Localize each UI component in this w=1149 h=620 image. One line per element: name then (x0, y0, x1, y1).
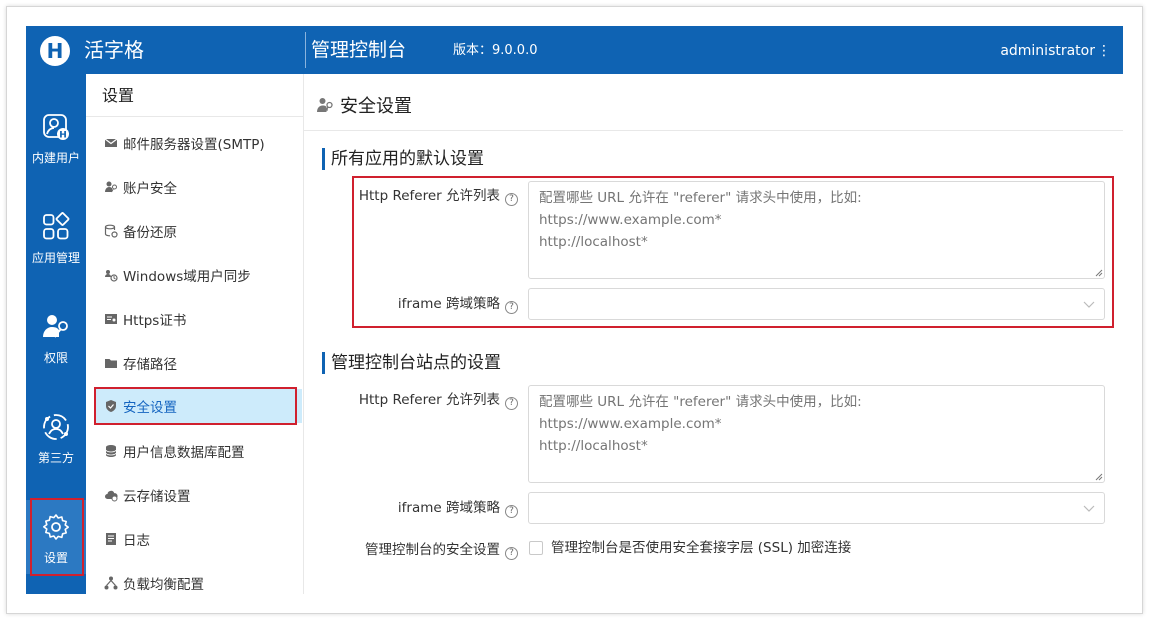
backup-icon (104, 224, 118, 238)
main-content: 安全设置 所有应用的默认设置 Http Referer 允许列表? iframe… (304, 74, 1123, 594)
top-bar: H 活字格 管理控制台 版本：9.0.0.0 administrator ⋮ (26, 26, 1123, 74)
nav-item-label: 内建用户 (31, 151, 80, 165)
nav-item-permissions[interactable]: 权限 (26, 312, 86, 366)
mail-icon (104, 138, 118, 147)
sidebar-item-label: 云存储设置 (123, 489, 191, 505)
help-icon[interactable]: ? (505, 505, 518, 518)
ssl-setting-label: 管理控制台的安全设置? (318, 541, 518, 560)
field-label-text: 管理控制台的安全设置 (365, 542, 500, 558)
sidebar-item-windows-sync[interactable]: Windows域用户同步 (96, 258, 302, 292)
resize-handle-icon[interactable] (1093, 471, 1103, 481)
highlight-box (352, 176, 1114, 328)
nav-item-third-party[interactable]: 第三方 (26, 412, 86, 466)
sidebar-item-label: 备份还原 (123, 225, 177, 241)
svg-text:H: H (59, 131, 67, 141)
referer-allowlist-label: Http Referer 允许列表? (318, 391, 518, 410)
brand-name: 活字格 (84, 38, 144, 62)
more-menu-icon[interactable]: ⋮ (1097, 41, 1111, 61)
iframe-policy-select[interactable] (528, 492, 1105, 524)
highlight-box (30, 498, 84, 576)
console-title: 管理控制台 (311, 39, 407, 61)
app-window: H 活字格 管理控制台 版本：9.0.0.0 administrator ⋮ H… (26, 26, 1123, 594)
sidebar-item-account-security[interactable]: 账户安全 (96, 170, 302, 204)
sidebar-item-https-cert[interactable]: Https证书 (96, 302, 302, 336)
sidebar-item-label: Windows域用户同步 (123, 269, 251, 285)
iframe-policy-label: iframe 跨域策略? (318, 499, 518, 518)
sidebar-item-label: 邮件服务器设置(SMTP) (123, 137, 265, 153)
version-label: 版本：9.0.0.0 (453, 43, 538, 58)
nav-item-builtin-users[interactable]: H 内建用户 (26, 112, 86, 166)
nav-item-label: 应用管理 (31, 251, 80, 265)
sidebar-item-backup-restore[interactable]: 备份还原 (96, 214, 302, 248)
sync-users-icon (105, 270, 118, 282)
user-key-icon (105, 181, 117, 193)
sidebar-item-label: 账户安全 (123, 181, 177, 197)
sidebar-item-log[interactable]: 日志 (96, 522, 302, 556)
sidebar-item-user-db[interactable]: 用户信息数据库配置 (96, 434, 302, 468)
third-party-icon (43, 414, 69, 440)
sidebar-divider (86, 116, 304, 117)
ssl-checkbox-label[interactable]: 管理控制台是否使用安全套接字层 (SSL) 加密连接 (551, 539, 851, 557)
cloud-icon (105, 490, 118, 502)
sidebar-item-smtp[interactable]: 邮件服务器设置(SMTP) (96, 126, 302, 160)
sidebar-item-cloud-storage[interactable]: 云存储设置 (96, 478, 302, 512)
highlight-box (94, 387, 297, 425)
field-label-text: Http Referer 允许列表 (358, 392, 500, 408)
header-divider (304, 130, 1123, 131)
user-name[interactable]: administrator (1000, 41, 1095, 61)
apps-grid-icon (43, 212, 70, 240)
nav-item-label: 第三方 (37, 451, 74, 465)
chevron-down-icon (1083, 505, 1095, 512)
database-icon (105, 445, 117, 457)
sidebar-item-label: 存储路径 (123, 357, 177, 373)
sidebar-item-label: 日志 (123, 533, 150, 549)
load-balance-icon (104, 576, 118, 590)
folder-icon (105, 359, 117, 368)
user-badge-icon: H (43, 114, 69, 141)
logo-icon: H (40, 36, 70, 66)
page-title: 安全设置 (340, 96, 412, 117)
section-title: 管理控制台站点的设置 (322, 352, 501, 374)
primary-nav: H 内建用户 应用管理 权限 第三方 设置 (26, 74, 86, 594)
sidebar-item-label: Https证书 (123, 313, 187, 329)
user-key-icon (317, 98, 333, 112)
nav-item-app-management[interactable]: 应用管理 (26, 212, 86, 266)
help-icon[interactable]: ? (505, 397, 518, 410)
settings-sidebar: 设置 邮件服务器设置(SMTP) 账户安全 备份还原 Windows域用户同步 … (86, 74, 304, 594)
page-header: 安全设置 (316, 92, 412, 118)
section-title: 所有应用的默认设置 (322, 148, 484, 170)
field-label-text: iframe 跨域策略 (397, 500, 500, 516)
top-bar-divider (305, 32, 306, 68)
certificate-icon (105, 314, 117, 324)
ssl-checkbox[interactable] (529, 541, 543, 555)
sidebar-item-label: 用户信息数据库配置 (123, 445, 245, 461)
log-icon (106, 533, 116, 545)
sidebar-item-storage-path[interactable]: 存储路径 (96, 346, 302, 380)
user-key-icon (43, 315, 68, 338)
sidebar-item-load-balance[interactable]: 负载均衡配置 (96, 566, 302, 594)
referer-allowlist-input[interactable] (528, 385, 1105, 483)
help-icon[interactable]: ? (505, 547, 518, 560)
sidebar-item-label: 负载均衡配置 (123, 577, 204, 593)
nav-item-label: 权限 (43, 351, 68, 365)
sidebar-title: 设置 (102, 86, 135, 105)
